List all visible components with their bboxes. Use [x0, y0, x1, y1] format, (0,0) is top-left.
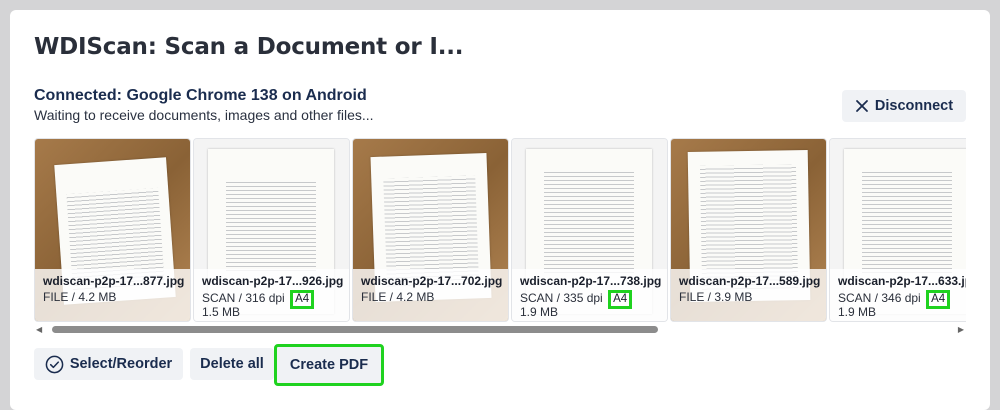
file-name: wdiscan-p2p-17...877.jpg [43, 274, 185, 288]
scan-dialog: WDIScan: Scan a Document or I... Connect… [10, 10, 990, 410]
connection-heading: Connected: Google Chrome 138 on Android [34, 87, 367, 104]
file-meta: wdiscan-p2p-17...702.jpg FILE / 4.2 MB [353, 269, 508, 321]
file-strip: wdiscan-p2p-17...877.jpg FILE / 4.2 MB w… [34, 138, 966, 322]
check-circle-icon [45, 355, 64, 373]
file-size: 1.9 MB [520, 305, 559, 319]
file-meta: wdiscan-p2p-17...877.jpg FILE / 4.2 MB [35, 269, 190, 321]
file-card[interactable]: wdiscan-p2p-17...877.jpg FILE / 4.2 MB [34, 138, 191, 322]
file-card[interactable]: wdiscan-p2p-17...702.jpg FILE / 4.2 MB [352, 138, 509, 322]
file-size: 1.5 MB [202, 305, 241, 319]
create-pdf-label: Create PDF [289, 357, 369, 373]
file-meta: wdiscan-p2p-17...633.jpg SCAN / 346 dpi … [830, 269, 966, 321]
file-card[interactable]: wdiscan-p2p-17...633.jpg SCAN / 346 dpi … [829, 138, 966, 322]
connection-status: Waiting to receive documents, images and… [34, 107, 374, 123]
select-reorder-button[interactable]: Select/Reorder [34, 348, 183, 380]
dialog-title: WDIScan: Scan a Document or I... [34, 34, 464, 60]
paper-size-badge: A4 [926, 290, 951, 309]
paper-size-badge: A4 [608, 290, 633, 309]
file-card[interactable]: wdiscan-p2p-17...738.jpg SCAN / 335 dpi … [511, 138, 668, 322]
scroll-left-icon[interactable]: ◀ [36, 325, 42, 334]
file-name: wdiscan-p2p-17...633.jpg [838, 274, 966, 288]
select-reorder-label: Select/Reorder [69, 356, 173, 372]
scroll-right-icon[interactable]: ▶ [958, 325, 964, 334]
file-card[interactable]: wdiscan-p2p-17...589.jpg FILE / 3.9 MB [670, 138, 827, 322]
disconnect-button[interactable]: Disconnect [842, 90, 966, 122]
close-icon [856, 100, 868, 112]
file-meta: wdiscan-p2p-17...926.jpg SCAN / 316 dpi … [194, 269, 349, 321]
file-name: wdiscan-p2p-17...738.jpg [520, 274, 662, 288]
paper-size-badge: A4 [290, 290, 315, 309]
file-info: FILE / 4.2 MB [361, 290, 435, 304]
create-pdf-button[interactable]: Create PDF [274, 344, 384, 386]
file-info: FILE / 3.9 MB [679, 290, 753, 304]
horizontal-scrollbar[interactable]: ◀ ▶ [34, 323, 966, 335]
file-name: wdiscan-p2p-17...926.jpg [202, 274, 344, 288]
file-meta: wdiscan-p2p-17...589.jpg FILE / 3.9 MB [671, 269, 826, 321]
delete-all-label: Delete all [200, 356, 264, 372]
file-size: 1.9 MB [838, 305, 877, 319]
file-meta: wdiscan-p2p-17...738.jpg SCAN / 335 dpi … [512, 269, 667, 321]
file-name: wdiscan-p2p-17...702.jpg [361, 274, 503, 288]
scroll-thumb[interactable] [52, 326, 658, 333]
file-info: FILE / 4.2 MB [43, 290, 117, 304]
disconnect-label: Disconnect [874, 98, 954, 114]
file-card[interactable]: wdiscan-p2p-17...926.jpg SCAN / 316 dpi … [193, 138, 350, 322]
file-name: wdiscan-p2p-17...589.jpg [679, 274, 821, 288]
delete-all-button[interactable]: Delete all [190, 348, 274, 380]
